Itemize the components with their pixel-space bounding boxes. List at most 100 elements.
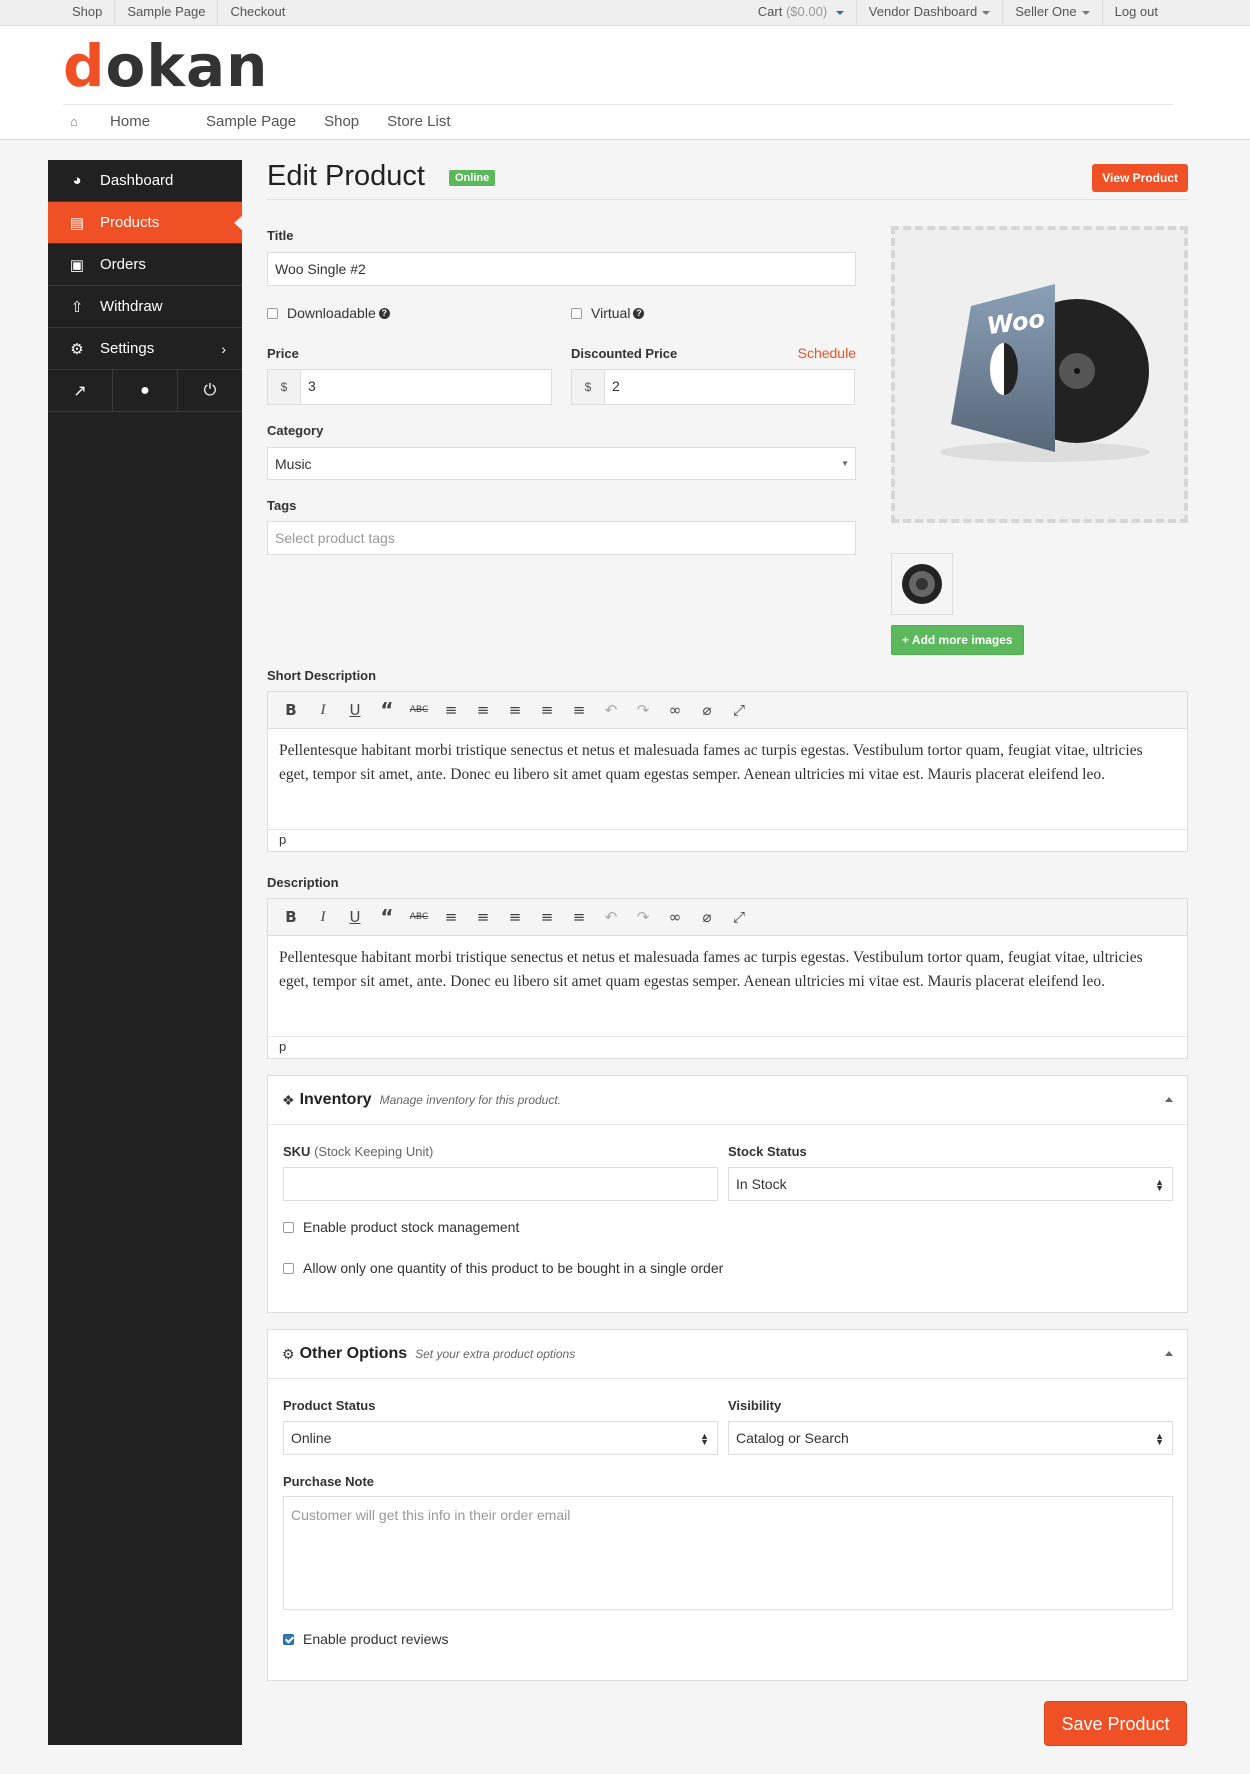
nav-store-list[interactable]: Store List [387,113,450,130]
cart-label: Cart [757,4,783,19]
stock-status-select[interactable]: In Stock ▲ ▼ [728,1167,1173,1201]
chevron-down-icon: ▼ [841,459,849,468]
topbar-link-checkout[interactable]: Checkout [218,0,297,26]
short-description-text[interactable]: Pellentesque habitant morbi tristique se… [268,729,1187,797]
select-arrows-icon: ▲ ▼ [700,1431,709,1447]
featured-image[interactable]: Woo [891,226,1188,523]
sidebar-item-dashboard[interactable]: ◕ Dashboard [48,160,242,202]
sidebar-item-label: Dashboard [100,172,174,189]
collapse-icon[interactable] [1165,1351,1173,1356]
checkbox-box [283,1221,294,1233]
redo-icon[interactable]: ↷ [627,908,659,926]
align-center-icon[interactable]: ≡ [531,908,563,926]
strikethrough-icon[interactable]: ABC [403,912,435,922]
nav-divider [63,104,1173,105]
bold-icon[interactable]: B [275,701,307,719]
sold-individually-checkbox[interactable]: Allow only one quantity of this product … [283,1260,723,1276]
dashboard-icon: ◕ [72,172,82,189]
undo-icon[interactable]: ↶ [595,908,627,926]
virtual-checkbox[interactable]: Virtual ? [571,305,645,321]
fullscreen-icon[interactable]: ⤢ [723,908,755,926]
unlink-icon[interactable]: ⌀ [691,701,723,719]
topbar-link-shop[interactable]: Shop [60,0,116,26]
chevron-down-icon [1081,10,1090,15]
italic-icon[interactable]: I [307,909,339,926]
underline-icon[interactable]: U [339,701,371,719]
help-icon[interactable]: ? [378,307,390,319]
external-link-icon[interactable]: ↗ [48,370,113,411]
category-select[interactable]: Music ▼ [267,447,856,480]
manage-stock-checkbox[interactable]: Enable product stock management [283,1219,519,1235]
discounted-price-input[interactable]: 2 [604,369,855,405]
purchase-note-textarea[interactable]: Customer will get this info in their ord… [283,1496,1173,1610]
undo-icon[interactable]: ↶ [595,701,627,719]
underline-icon[interactable]: U [339,908,371,926]
title-input[interactable]: Woo Single #2 [267,252,856,286]
description-text[interactable]: Pellentesque habitant morbi tristique se… [268,936,1187,1004]
align-left-icon[interactable]: ≡ [499,701,531,719]
visibility-select[interactable]: Catalog or Search ▲ ▼ [728,1421,1173,1455]
cart-menu[interactable]: Cart ($0.00) [746,0,857,26]
help-icon[interactable]: ? [633,307,645,319]
schedule-link[interactable]: Schedule [798,345,856,361]
product-status-select[interactable]: Online ▲ ▼ [283,1421,718,1455]
user-icon[interactable]: ● [113,370,178,411]
nav-sample-page[interactable]: Sample Page [206,113,296,130]
link-icon[interactable]: ∞ [659,701,691,719]
blockquote-icon[interactable]: “ [371,698,403,722]
align-right-icon[interactable]: ≡ [563,908,595,926]
add-more-images-button[interactable]: + Add more images [891,625,1024,655]
price-currency: $ [267,369,300,405]
redo-icon[interactable]: ↷ [627,701,659,719]
vendor-dashboard-menu[interactable]: Vendor Dashboard [857,0,1004,26]
checkbox-box [571,307,582,319]
bullet-list-icon[interactable]: ≡ [435,908,467,926]
downloadable-checkbox[interactable]: Downloadable ? [267,305,390,321]
upload-icon: ⇧ [70,298,84,316]
sidebar-item-orders[interactable]: ▣ Orders [48,244,242,286]
user-menu[interactable]: Seller One [1003,0,1103,26]
sidebar-item-withdraw[interactable]: ⇧ Withdraw [48,286,242,328]
link-icon[interactable]: ∞ [659,908,691,926]
other-options-panel-header[interactable]: ⚙ Other Options Set your extra product o… [268,1330,1187,1379]
description-label: Description [267,875,339,890]
sidebar-item-products[interactable]: ▤ Products [48,202,243,244]
cubes-icon: ❖ [282,1091,295,1108]
nav-shop[interactable]: Shop [324,113,359,130]
numbered-list-icon[interactable]: ≡ [467,701,499,719]
logout-link[interactable]: Log out [1103,0,1170,26]
enable-reviews-label: Enable product reviews [303,1631,449,1647]
view-product-button[interactable]: View Product [1092,164,1188,192]
nav-home[interactable]: ⌂ Home [70,113,178,130]
align-left-icon[interactable]: ≡ [499,908,531,926]
topbar-link-sample-page[interactable]: Sample Page [115,0,219,26]
italic-icon[interactable]: I [307,702,339,719]
gallery-thumbnail[interactable] [891,553,953,615]
enable-reviews-checkbox[interactable]: Enable product reviews [283,1631,449,1647]
inventory-panel-header[interactable]: ❖ Inventory Manage inventory for this pr… [268,1076,1187,1125]
strikethrough-icon[interactable]: ABC [403,705,435,715]
category-label: Category [267,423,324,438]
collapse-icon[interactable] [1165,1097,1173,1102]
blockquote-icon[interactable]: “ [371,905,403,929]
unlink-icon[interactable]: ⌀ [691,908,723,926]
bold-icon[interactable]: B [275,908,307,926]
briefcase-icon: ▤ [69,214,85,232]
bullet-list-icon[interactable]: ≡ [435,701,467,719]
sidebar-item-settings[interactable]: ⚙ Settings › [48,328,242,370]
tags-input[interactable]: Select product tags [267,521,856,555]
sku-input[interactable] [283,1167,718,1201]
price-input[interactable]: 3 [300,369,552,405]
save-product-button[interactable]: Save Product [1044,1701,1187,1746]
power-icon[interactable]: ⏻ [178,370,242,411]
numbered-list-icon[interactable]: ≡ [467,908,499,926]
site-logo[interactable]: dokan [63,32,268,100]
downloadable-label: Downloadable [287,305,376,321]
align-right-icon[interactable]: ≡ [563,701,595,719]
fullscreen-icon[interactable]: ⤢ [723,701,755,719]
short-description-label: Short Description [267,668,377,683]
checkbox-box [283,1262,294,1274]
record-thumbnail-image [902,564,942,604]
other-options-title: Other Options [299,1345,408,1362]
align-center-icon[interactable]: ≡ [531,701,563,719]
